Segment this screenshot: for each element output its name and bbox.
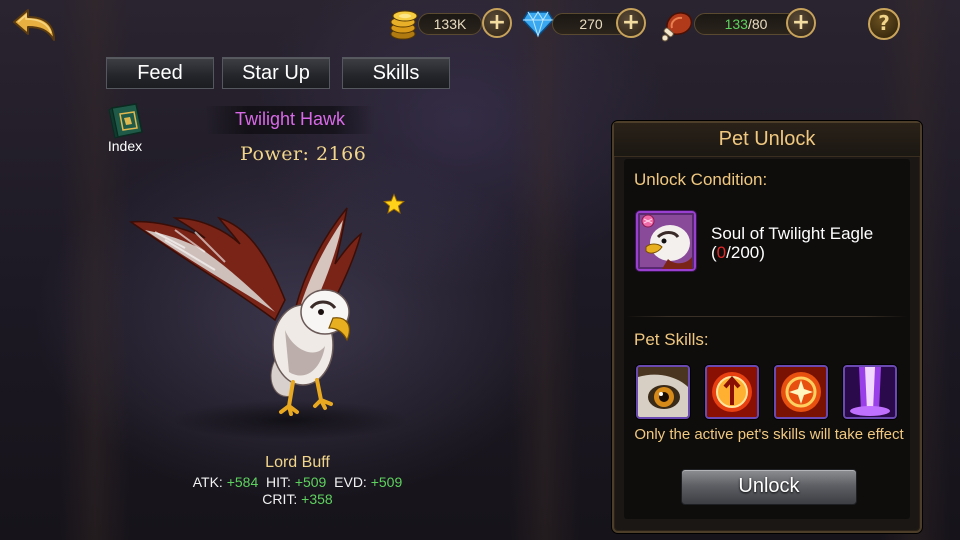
star-icon	[383, 193, 405, 214]
skills-note: Only the active pet's skills will take e…	[634, 426, 904, 443]
skill-slot-3[interactable]	[774, 365, 828, 419]
pet-skills-label: Pet Skills:	[634, 330, 709, 349]
fire-shield-skill-icon	[707, 367, 757, 417]
skill-slot-2[interactable]	[705, 365, 759, 419]
stamina-max: /80	[747, 16, 768, 32]
atk-value: +584	[226, 474, 259, 490]
soul-need: /200)	[726, 243, 765, 262]
unlock-button[interactable]: Unlock	[681, 469, 857, 505]
gold-resource: 133K +	[388, 8, 514, 40]
hit-value: +509	[294, 474, 327, 490]
power-label: Power:	[240, 143, 310, 165]
buff-name: Lord Buff	[265, 454, 330, 471]
add-diamonds-button[interactable]: +	[616, 8, 646, 38]
evd-label: EVD:	[334, 474, 367, 490]
help-button[interactable]: ?	[868, 8, 900, 40]
buff-stats: ATK: +584 HIT: +509 EVD: +509 CRIT: +358	[150, 474, 445, 508]
crit-label: CRIT:	[262, 491, 298, 507]
pet-power: Power: 2166	[240, 143, 366, 165]
pet-unlock-panel: Pet Unlock Unlock Condition: Soul of Twi…	[612, 121, 922, 533]
eagle-soul-icon	[638, 213, 694, 269]
back-arrow-icon	[13, 9, 55, 41]
tab-feed[interactable]: Feed	[106, 57, 214, 89]
meat-icon	[662, 12, 693, 42]
pet-name: Twilight Hawk	[234, 109, 346, 129]
skill-slot-1[interactable]	[636, 365, 690, 419]
diamond-resource: 270 +	[522, 8, 648, 38]
purple-beam-skill-icon	[845, 367, 895, 417]
eagle-eye-skill-icon	[638, 367, 688, 417]
unlock-condition-label: Unlock Condition:	[634, 170, 768, 189]
panel-header: Pet Unlock	[614, 123, 920, 157]
buff-stats-row-1: ATK: +584 HIT: +509 EVD: +509	[150, 474, 445, 491]
hit-label: HIT:	[266, 474, 291, 490]
sun-burst-skill-icon	[776, 367, 826, 417]
stamina-current: 133	[724, 16, 748, 32]
back-button[interactable]	[10, 6, 58, 46]
buff-stats-row-2: CRIT: +358	[150, 491, 445, 508]
tab-skills[interactable]: Skills	[342, 57, 450, 89]
diamond-icon	[522, 11, 554, 38]
index-button[interactable]: Index	[100, 102, 150, 158]
stamina-amount: 133/80	[694, 13, 798, 35]
background-pillar	[510, 0, 580, 540]
panel-title: Pet Unlock	[718, 128, 816, 150]
add-stamina-button[interactable]: +	[786, 8, 816, 38]
skill-slot-4[interactable]	[843, 365, 897, 419]
divider	[626, 316, 908, 317]
evd-value: +509	[370, 474, 403, 490]
question-icon: ?	[878, 11, 890, 35]
book-icon	[108, 103, 143, 139]
soul-have: 0	[716, 243, 727, 262]
soul-name: Soul of Twilight Eagle	[711, 224, 874, 243]
soul-item[interactable]	[636, 211, 696, 271]
twilight-hawk-pet-model	[128, 207, 363, 416]
add-gold-button[interactable]: +	[482, 8, 512, 38]
soul-count: (0/200)	[711, 243, 765, 263]
index-label: Index	[107, 138, 143, 154]
atk-label: ATK:	[192, 474, 223, 490]
crit-value: +358	[301, 491, 333, 507]
power-value: 2166	[316, 143, 367, 165]
tab-star-up[interactable]: Star Up	[222, 57, 330, 89]
gold-amount: 133K	[418, 13, 482, 35]
stamina-resource: 133/80 +	[662, 8, 816, 42]
gold-coin-icon	[390, 10, 418, 40]
